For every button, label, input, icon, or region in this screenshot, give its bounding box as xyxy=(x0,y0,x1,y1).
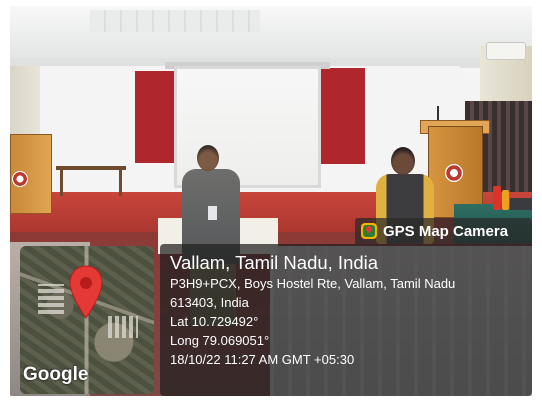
air-conditioner xyxy=(486,42,526,60)
ceiling-panel xyxy=(90,10,260,32)
map-buildings xyxy=(108,316,138,338)
emblem-left xyxy=(12,171,28,187)
side-table xyxy=(56,166,126,196)
map-buildings xyxy=(38,284,64,314)
location-info-panel: Vallam, Tamil Nadu, India P3H9+PCX, Boys… xyxy=(160,244,532,396)
longitude-text: Long 79.069051° xyxy=(170,333,270,348)
gps-app-name: GPS Map Camera xyxy=(383,222,509,240)
red-panel-left xyxy=(135,71,175,163)
projector xyxy=(510,198,532,210)
address-line: 613403, India xyxy=(170,295,249,310)
emblem-right xyxy=(445,164,463,182)
place-title: Vallam, Tamil Nadu, India xyxy=(170,252,379,273)
address-line: P3H9+PCX, Boys Hostel Rte, Vallam, Tamil… xyxy=(170,276,456,291)
gps-map-camera-logo-icon xyxy=(361,223,377,239)
gps-app-badge: GPS Map Camera xyxy=(355,218,532,244)
person-head xyxy=(391,147,415,175)
ceiling xyxy=(10,6,532,58)
red-panel-right xyxy=(320,68,365,164)
id-badge xyxy=(208,206,217,220)
latitude-text: Lat 10.729492° xyxy=(170,314,259,329)
satellite-map-thumbnail: Google xyxy=(20,246,154,394)
bottle xyxy=(502,190,509,210)
bottle xyxy=(493,186,501,210)
location-pin-icon xyxy=(69,265,103,319)
google-attribution: Google xyxy=(23,364,89,385)
datetime-text: 18/10/22 11:27 AM GMT +05:30 xyxy=(170,352,355,367)
speaker-head xyxy=(197,145,219,171)
